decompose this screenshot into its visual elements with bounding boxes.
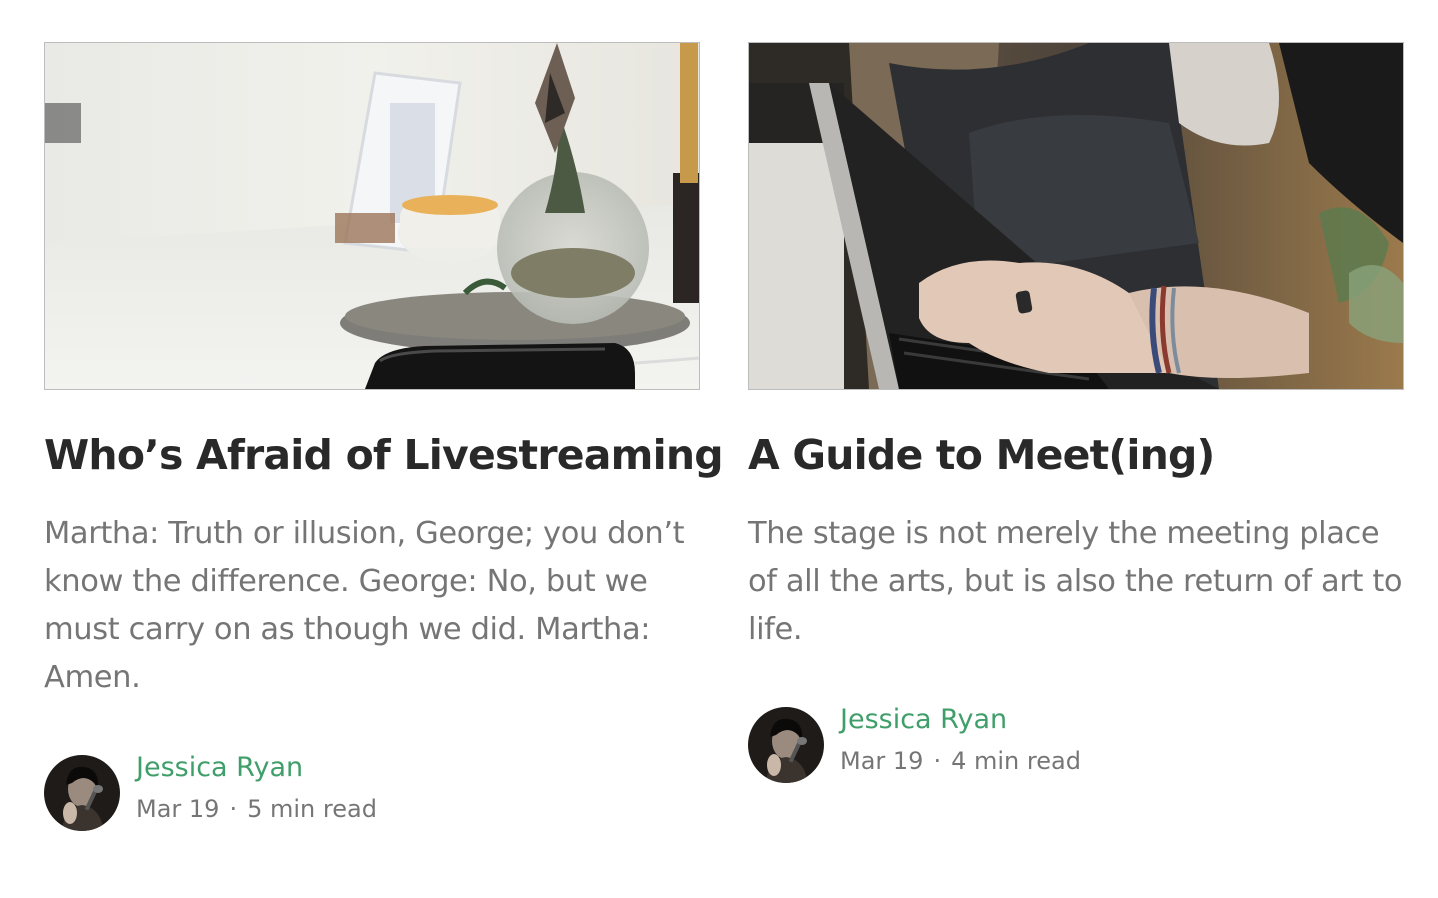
- read-time: 4 min read: [951, 747, 1081, 775]
- read-time: 5 min read: [247, 795, 377, 823]
- post-thumbnail-image[interactable]: [44, 42, 700, 390]
- post-excerpt[interactable]: The stage is not merely the meeting plac…: [748, 510, 1404, 654]
- post-thumbnail-image[interactable]: [748, 42, 1404, 390]
- author-byline: Jessica Ryan Mar 19 · 4 min read: [748, 703, 1404, 789]
- post-meta-block: Jessica Ryan Mar 19 · 5 min read: [136, 751, 377, 825]
- author-avatar[interactable]: [744, 703, 828, 787]
- author-name-link[interactable]: Jessica Ryan: [840, 703, 1081, 737]
- author-name-link[interactable]: Jessica Ryan: [136, 751, 377, 785]
- post-date: Mar 19: [136, 795, 220, 823]
- meta-separator: ·: [933, 747, 942, 775]
- meta-separator: ·: [229, 795, 238, 823]
- post-meta-line: Mar 19 · 4 min read: [840, 745, 1081, 777]
- post-excerpt[interactable]: Martha: Truth or illusion, George; you d…: [44, 510, 700, 702]
- post-meta-line: Mar 19 · 5 min read: [136, 793, 377, 825]
- author-byline: Jessica Ryan Mar 19 · 5 min read: [44, 751, 700, 837]
- post-card: Who’s Afraid of Livestreaming Martha: Tr…: [44, 42, 724, 837]
- post-title[interactable]: A Guide to Meet(ing): [748, 430, 1404, 480]
- avatar-image: [748, 707, 824, 783]
- post-title[interactable]: Who’s Afraid of Livestreaming: [44, 430, 724, 480]
- post-meta-block: Jessica Ryan Mar 19 · 4 min read: [840, 703, 1081, 777]
- post-date: Mar 19: [840, 747, 924, 775]
- post-card: A Guide to Meet(ing) The stage is not me…: [748, 42, 1404, 789]
- author-avatar[interactable]: [40, 751, 124, 835]
- avatar-image: [44, 755, 120, 831]
